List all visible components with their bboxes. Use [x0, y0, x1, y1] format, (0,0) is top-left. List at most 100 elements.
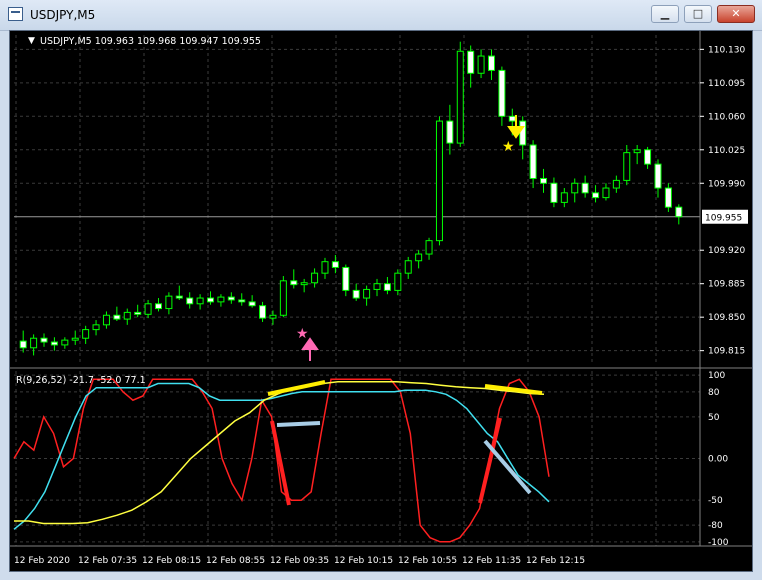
candle-bear — [154, 303, 162, 310]
candle-bull — [269, 314, 277, 319]
price-tick-label: 109.850 — [708, 313, 745, 323]
title-bar[interactable]: USDJPY,M5 ▁ □ ✕ — [0, 0, 762, 31]
maximize-button[interactable]: □ — [684, 5, 712, 23]
time-label: 12 Feb 2020 — [14, 556, 70, 566]
candle-bull — [61, 339, 69, 346]
price-tick-label: 110.130 — [708, 45, 745, 55]
current-price-label: 109.955 — [705, 214, 742, 224]
candle-bull — [30, 337, 38, 349]
candle-bull — [321, 261, 329, 274]
candle-bull — [300, 282, 308, 286]
axes-layer: 12 Feb 2020 12 Feb 07:35 12 Feb 08:15 12 Fe… — [10, 31, 752, 566]
chart-area[interactable]: ★ ★ 12 Feb 2020 12 Feb 07:35 12 Feb 08:15 12… — [9, 30, 753, 572]
candle-bear — [592, 192, 600, 199]
candle-bull — [165, 295, 173, 310]
star-icon: ★ — [296, 326, 309, 342]
candle-bull — [602, 187, 610, 199]
candle-bear — [113, 314, 121, 320]
annotation-red-stroke — [478, 417, 502, 504]
candle-bull — [196, 297, 204, 305]
candle-bull — [394, 272, 402, 291]
symbol-menu-icon[interactable]: ▼ — [28, 36, 35, 46]
candle-bear — [207, 297, 215, 303]
candle-bear — [40, 337, 48, 343]
candle-bear — [227, 296, 235, 301]
candle-bull — [435, 120, 443, 242]
indicator-tick-label: 80 — [708, 388, 720, 398]
candle-bear — [550, 182, 558, 203]
price-tick-label: 109.920 — [708, 246, 745, 256]
candle-bull — [102, 314, 110, 326]
indicator-tick-label: 0.00 — [708, 455, 728, 465]
indicator-grid-layer — [14, 371, 700, 546]
indicator-tick-label: -100 — [708, 538, 729, 548]
time-label: 12 Feb 12:15 — [526, 556, 585, 566]
candle-bear — [664, 187, 672, 208]
price-tick-label: 110.095 — [708, 79, 745, 89]
candle-bear — [508, 115, 516, 122]
indicator-tick-label: 50 — [708, 413, 720, 423]
annotation-blue-stroke — [276, 421, 321, 427]
candle-bear — [19, 340, 27, 349]
candle-bear — [529, 144, 537, 179]
candle-bull — [571, 182, 579, 194]
candle-bear — [50, 341, 58, 346]
candle-bull — [404, 260, 412, 274]
indicator-tick-label: -80 — [708, 521, 723, 531]
candle-bear — [238, 299, 246, 303]
price-tick-label: 110.025 — [708, 146, 745, 156]
candle-bull — [612, 179, 620, 189]
candle-bull — [279, 280, 287, 316]
candle-bull — [144, 303, 152, 315]
candle-bear — [498, 69, 506, 117]
up-arrow-icon — [301, 337, 319, 361]
time-label: 12 Feb 11:35 — [462, 556, 521, 566]
candle-bear — [134, 311, 142, 315]
annotation-red-stroke — [270, 420, 291, 506]
candle-bull — [123, 311, 131, 320]
candle-bear — [644, 149, 652, 165]
candle-bear — [519, 120, 527, 146]
mt4-chart-window: USDJPY,M5 ▁ □ ✕ ★ ★ 12 Feb 2020 12 Feb 07:… — [0, 0, 762, 580]
candle-bull — [311, 272, 319, 284]
candle-bull — [217, 296, 225, 303]
candle-bear — [581, 182, 589, 194]
chart-window-icon — [8, 7, 23, 21]
candle-bear — [467, 50, 475, 74]
candle-bear — [259, 305, 267, 319]
candle-bear — [383, 283, 391, 291]
candle-bull — [415, 253, 423, 262]
time-label: 12 Feb 09:35 — [270, 556, 329, 566]
candle-bear — [290, 280, 298, 286]
candle-bear — [248, 301, 256, 307]
candle-bull — [425, 240, 433, 255]
candle-bull — [82, 329, 90, 339]
candle-bear — [175, 295, 183, 299]
candle-bear — [331, 261, 339, 268]
time-label: 12 Feb 08:55 — [206, 556, 265, 566]
candle-bear — [352, 289, 360, 299]
candles-layer — [19, 41, 683, 356]
indicator-tick-label: -50 — [708, 496, 723, 506]
candle-bull — [71, 337, 79, 341]
chart-canvas[interactable]: ★★ 12 Feb 2020 12 Feb 07:35 12 Feb 08:15 12… — [10, 31, 752, 571]
window-title: USDJPY,M5 — [30, 8, 96, 22]
star-icon: ★ — [502, 139, 515, 155]
candle-bull — [477, 55, 485, 74]
time-label: 12 Feb 07:35 — [78, 556, 137, 566]
candle-bull — [623, 152, 631, 181]
annotation-blue-stroke — [483, 439, 532, 495]
candle-bull — [373, 283, 381, 290]
price-tick-label: 109.885 — [708, 280, 745, 290]
candle-bear — [446, 120, 454, 144]
time-label: 12 Feb 08:15 — [142, 556, 201, 566]
candle-bull — [633, 149, 641, 154]
candle-bear — [654, 163, 662, 189]
minimize-button[interactable]: ▁ — [651, 5, 679, 23]
price-panel-header: USDJPY,M5 109.963 109.968 109.947 109.95… — [40, 36, 261, 47]
indicator-tick-label: 100 — [708, 371, 725, 381]
candle-bull — [92, 324, 100, 331]
candle-bear — [186, 297, 194, 305]
price-tick-label: 109.990 — [708, 179, 745, 189]
close-button[interactable]: ✕ — [717, 5, 755, 23]
